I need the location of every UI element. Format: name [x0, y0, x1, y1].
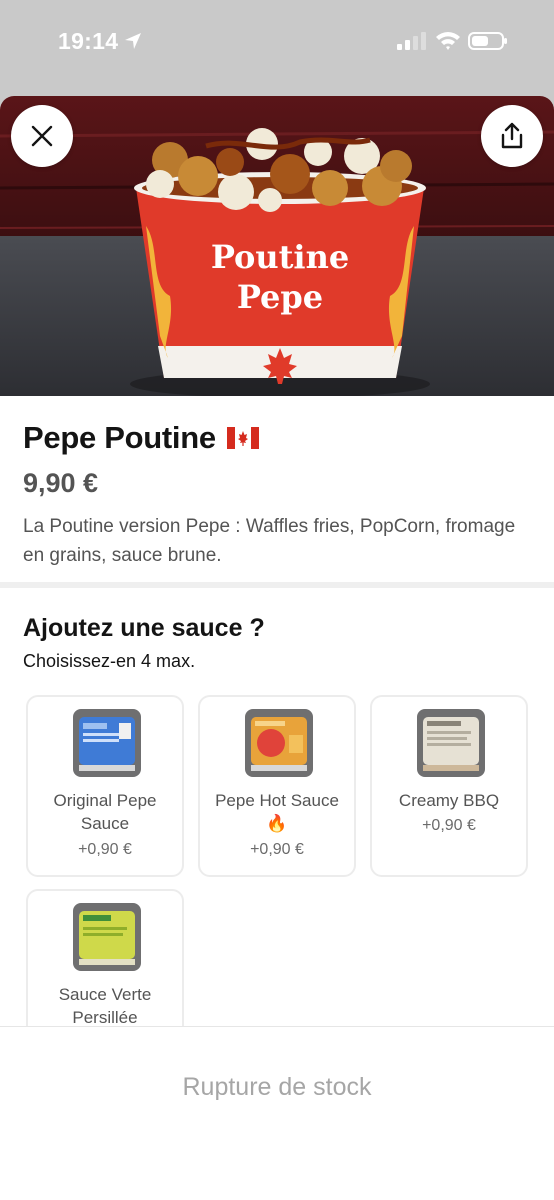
close-button[interactable]	[11, 105, 73, 167]
cup-text-line1: Poutine	[211, 238, 349, 276]
sauce-section-subtitle: Choisissez-en 4 max.	[23, 651, 196, 671]
bottom-action-bar: Rupture de stock	[0, 1026, 554, 1200]
canada-flag-icon	[226, 427, 259, 449]
status-bar: 19:14	[0, 0, 554, 84]
title-row: Pepe Poutine	[23, 420, 259, 456]
sauce-option-name: Sauce Verte Persillée	[58, 985, 152, 1027]
product-image: Poutine Pepe	[0, 96, 554, 396]
wifi-icon	[436, 32, 460, 50]
poutine-cup-illustration: Poutine Pepe	[0, 96, 554, 396]
cellular-signal-icon	[397, 32, 426, 50]
sauce-option-name: Creamy BBQ	[398, 791, 500, 810]
sauce-option-original-pepe[interactable]: Original Pepe Sauce +0,90 €	[26, 695, 184, 877]
product-price: 9,90 €	[23, 468, 99, 498]
sauce-cup-thumbnail	[73, 709, 141, 777]
cup-text-line2: Pepe	[237, 278, 323, 316]
share-icon	[501, 122, 523, 149]
sauce-option-price: +0,90 €	[78, 841, 132, 858]
sauce-option-name: Original Pepe Sauce	[53, 791, 157, 833]
product-description: La Poutine version Pepe : Waffles fries,…	[23, 516, 516, 566]
close-icon	[31, 125, 53, 147]
share-button[interactable]	[481, 105, 543, 167]
product-title: Pepe Poutine	[23, 420, 216, 455]
battery-icon	[468, 32, 507, 50]
section-divider	[0, 582, 554, 588]
location-arrow-icon	[125, 33, 141, 49]
sauce-cup-thumbnail	[417, 709, 485, 777]
out-of-stock-button[interactable]: Rupture de stock	[0, 1073, 554, 1102]
status-time: 19:14	[58, 28, 119, 54]
sauce-option-name: Pepe Hot Sauce 🔥	[215, 791, 339, 833]
sauce-cup-thumbnail	[245, 709, 313, 777]
sauce-option-creamy-bbq[interactable]: Creamy BBQ +0,90 €	[370, 695, 528, 877]
sauce-option-price: +0,90 €	[422, 817, 476, 834]
sauce-section-title: Ajoutez une sauce ?	[23, 614, 265, 642]
sauce-option-pepe-hot[interactable]: Pepe Hot Sauce 🔥 +0,90 €	[198, 695, 356, 877]
sauce-option-price: +0,90 €	[250, 841, 304, 858]
sauce-cup-thumbnail	[73, 903, 141, 971]
